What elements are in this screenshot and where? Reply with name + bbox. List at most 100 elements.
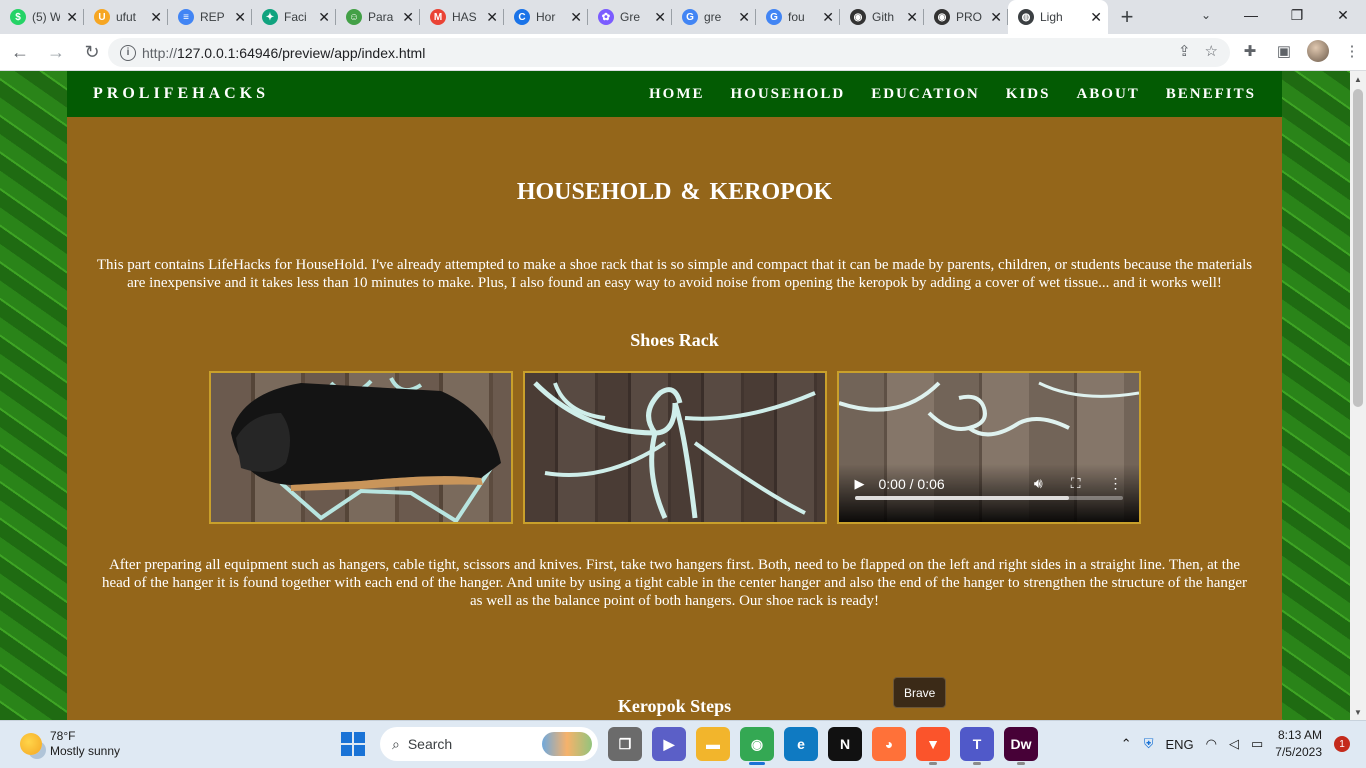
- tab-close-icon[interactable]: ✕: [990, 9, 1002, 26]
- shoe-rack-video[interactable]: ▶ 0:00 / 0:06 🔊︎ ⛶ ⋮: [836, 371, 1141, 524]
- tab-close-icon[interactable]: ✕: [570, 9, 582, 26]
- browser-tab[interactable]: C Hor ✕: [504, 0, 588, 34]
- tab-close-icon[interactable]: ✕: [906, 9, 918, 26]
- reload-button[interactable]: ↻: [76, 36, 108, 68]
- restore-button[interactable]: ❐: [1274, 0, 1320, 30]
- taskbar-tooltip: Brave: [893, 677, 947, 708]
- tab-close-icon[interactable]: ✕: [234, 9, 246, 26]
- close-window-button[interactable]: ✕: [1320, 0, 1366, 30]
- show-hidden-icons-chevron-icon[interactable]: ⌃: [1121, 736, 1132, 752]
- chrome-app-icon[interactable]: ◉: [740, 727, 774, 765]
- scrollbar-thumb[interactable]: [1353, 89, 1363, 407]
- extensions-puzzle-icon[interactable]: ✚: [1236, 37, 1264, 65]
- clock[interactable]: 8:13 AM 7/5/2023: [1275, 727, 1322, 761]
- file-explorer-app-icon[interactable]: ▬: [696, 727, 730, 761]
- battery-icon[interactable]: ▭: [1251, 736, 1263, 752]
- steps-paragraph: After preparing all equipment such as ha…: [101, 557, 1248, 609]
- taskbar-search[interactable]: ⌕ Search: [380, 727, 598, 761]
- menu-dots-icon[interactable]: ⋮: [1338, 37, 1366, 65]
- browser-tab[interactable]: Gfou ✕: [756, 0, 840, 34]
- task-view-app-icon[interactable]: ❐: [608, 727, 642, 761]
- side-panel-icon[interactable]: ▣: [1270, 37, 1298, 65]
- browser-tab[interactable]: Ggre ✕: [672, 0, 756, 34]
- share-icon[interactable]: ⇪: [1178, 42, 1191, 60]
- browser-tab[interactable]: ◉ PRO ✕: [924, 0, 1008, 34]
- scroll-down-arrow-icon[interactable]: ▼: [1350, 704, 1366, 720]
- site-info-icon[interactable]: i: [120, 44, 136, 61]
- nav-link-education[interactable]: EDUCATION: [871, 86, 980, 103]
- forward-button[interactable]: →: [40, 36, 72, 68]
- browser-tab[interactable]: ✦ Faci ✕: [252, 0, 336, 34]
- browser-tab[interactable]: ✿ Gre ✕: [588, 0, 672, 34]
- tab-title: Hor: [536, 10, 556, 24]
- address-bar[interactable]: i http:// 127.0.0.1:64946/preview/app/in…: [108, 38, 1230, 67]
- page-title: HOUSEHOLD & KEROPOK: [516, 179, 833, 205]
- tab-close-icon[interactable]: ✕: [654, 9, 666, 26]
- site-navbar: PROLIFEHACKS HOME HOUSEHOLD EDUCATION KIDS A…: [67, 71, 1282, 117]
- tab-close-icon[interactable]: ✕: [738, 9, 750, 26]
- teams-app-icon[interactable]: T: [960, 727, 994, 765]
- tab-favicon-icon: ✦: [262, 9, 278, 25]
- video-menu-icon[interactable]: ⋮: [1109, 475, 1123, 492]
- new-tab-button[interactable]: +: [1112, 2, 1142, 32]
- tab-close-icon[interactable]: ✕: [486, 9, 498, 26]
- browser-tab[interactable]: ◉ Gith ✕: [840, 0, 924, 34]
- clock-date: 7/5/2023: [1275, 745, 1322, 759]
- firefox-app-icon[interactable]: ◕: [872, 727, 906, 761]
- start-button[interactable]: [336, 727, 370, 761]
- nav-link-household[interactable]: HOUSEHOLD: [731, 86, 846, 103]
- tab-close-icon[interactable]: ✕: [822, 9, 834, 26]
- shoe-on-rack-photo: [208, 371, 513, 524]
- scroll-up-arrow-icon[interactable]: ▲: [1350, 71, 1366, 87]
- site-brand[interactable]: PROLIFEHACKS: [93, 85, 269, 103]
- nav-link-kids[interactable]: KIDS: [1006, 86, 1051, 103]
- notification-badge[interactable]: 1: [1334, 736, 1350, 752]
- browser-tab[interactable]: ≡ REP ✕: [168, 0, 252, 34]
- tab-close-icon[interactable]: ✕: [318, 9, 330, 26]
- browser-tab[interactable]: Uufut ✕: [84, 0, 168, 34]
- weather-widget[interactable]: 78°F Mostly sunny: [20, 729, 120, 759]
- video-progress-bar[interactable]: [854, 496, 1123, 500]
- bookmark-star-icon[interactable]: ☆: [1205, 42, 1218, 60]
- tab-search-chevron-icon[interactable]: ⌄: [1192, 0, 1220, 30]
- tab-title: Gre: [620, 10, 641, 24]
- tab-close-icon[interactable]: ✕: [402, 9, 414, 26]
- tab-list: $ (5) W ✕ Uufut ✕ ≡ REP ✕ ✦ Faci ✕ ☺ Para ✕ M HAS ✕ C Hor ✕…: [0, 0, 1008, 34]
- speaker-icon[interactable]: ◁: [1229, 736, 1239, 752]
- wifi-icon[interactable]: ◠: [1206, 736, 1217, 752]
- site-container: PROLIFEHACKS HOME HOUSEHOLD EDUCATION KIDS A…: [67, 71, 1282, 720]
- tab-title: Ligh: [1040, 10, 1063, 24]
- dreamweaver-app-icon[interactable]: Dw: [1004, 727, 1038, 765]
- browser-tab[interactable]: ☺ Para ✕: [336, 0, 420, 34]
- tab-close-icon[interactable]: ✕: [1090, 9, 1102, 26]
- volume-icon[interactable]: 🔊︎: [1034, 475, 1043, 492]
- language-indicator[interactable]: ENG: [1165, 737, 1193, 752]
- tab-close-icon[interactable]: ✕: [66, 9, 78, 26]
- active-tab[interactable]: ◍ Ligh ✕: [1008, 0, 1108, 34]
- search-label: Search: [407, 736, 453, 752]
- tab-favicon-icon: ≡: [178, 9, 194, 25]
- meet-app-icon[interactable]: ▶: [652, 727, 686, 761]
- nav-link-benefits[interactable]: BENEFITS: [1166, 86, 1256, 103]
- tab-title: fou: [788, 10, 805, 24]
- browser-tab[interactable]: $ (5) W ✕: [0, 0, 84, 34]
- edge-app-icon[interactable]: e: [784, 727, 818, 761]
- fullscreen-icon[interactable]: ⛶: [1071, 475, 1081, 492]
- netflix-app-icon[interactable]: N: [828, 727, 862, 761]
- tab-title: (5) W: [32, 10, 61, 24]
- nav-link-about[interactable]: ABOUT: [1076, 86, 1139, 103]
- security-shield-icon[interactable]: ⛨: [1144, 736, 1154, 752]
- tab-title: HAS: [452, 10, 477, 24]
- profile-avatar[interactable]: [1304, 37, 1332, 65]
- back-button[interactable]: ←: [4, 36, 36, 68]
- taskbar-apps: ❐ ▶ ▬ ◉ e N ◕ ▼ T Dw: [608, 727, 1038, 765]
- play-icon[interactable]: ▶: [855, 476, 865, 492]
- window-controls: — ❐ ✕: [1228, 0, 1366, 30]
- nav-link-home[interactable]: HOME: [649, 86, 705, 103]
- browser-tab[interactable]: M HAS ✕: [420, 0, 504, 34]
- weather-temp: 78°F: [50, 729, 76, 743]
- minimize-button[interactable]: —: [1228, 0, 1274, 30]
- page-scrollbar[interactable]: ▲ ▼: [1350, 71, 1366, 720]
- brave-app-icon[interactable]: ▼: [916, 727, 950, 765]
- tab-close-icon[interactable]: ✕: [150, 9, 162, 26]
